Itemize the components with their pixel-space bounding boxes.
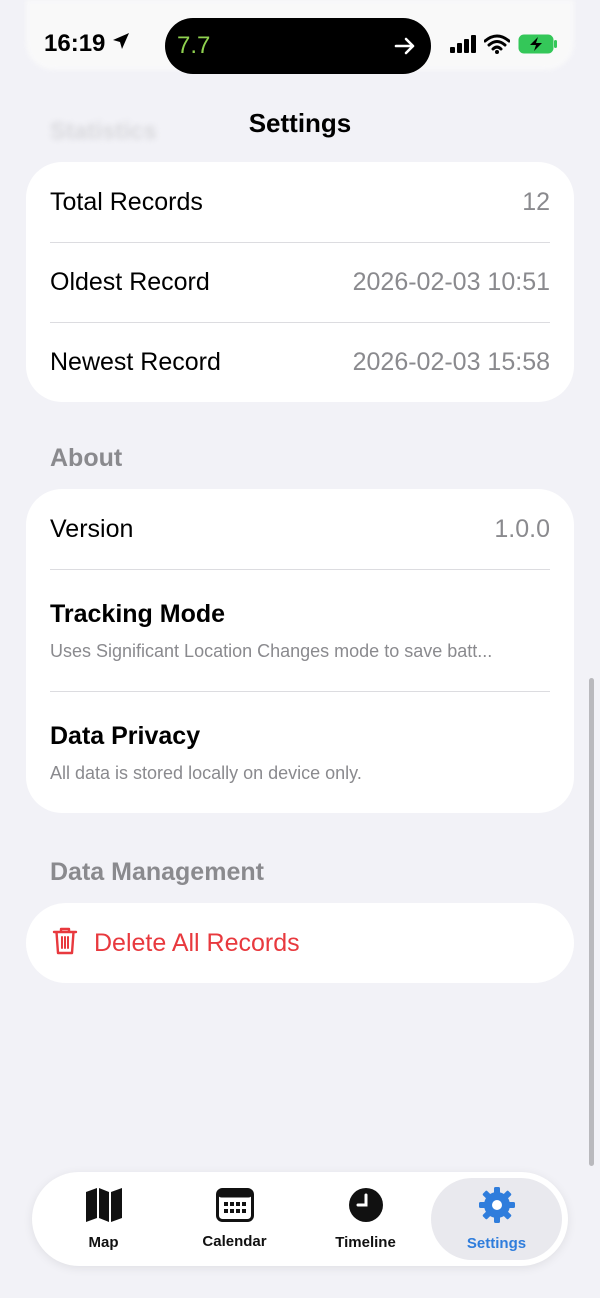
clock-icon xyxy=(348,1187,384,1228)
status-time-text: 16:19 xyxy=(44,30,106,57)
tab-timeline[interactable]: Timeline xyxy=(300,1178,431,1260)
version-label: Version xyxy=(50,514,134,543)
tab-calendar[interactable]: Calendar xyxy=(169,1178,300,1260)
version-value: 1.0.0 xyxy=(494,514,550,543)
map-icon xyxy=(85,1187,123,1228)
tab-label: Calendar xyxy=(202,1233,267,1250)
stat-row-oldest: Oldest Record 2026-02-03 10:51 xyxy=(50,242,550,322)
cellular-signal-icon xyxy=(450,35,476,58)
tracking-mode-description: Uses Significant Location Changes mode t… xyxy=(50,640,493,661)
version-row: Version 1.0.0 xyxy=(50,489,550,569)
stat-row-newest: Newest Record 2026-02-03 15:58 xyxy=(50,322,550,402)
about-section-header: About xyxy=(50,444,123,472)
stat-value: 2026-02-03 15:58 xyxy=(352,348,550,376)
about-card: Version 1.0.0 Tracking Mode Uses Signifi… xyxy=(26,489,574,813)
data-privacy-row: Data Privacy All data is stored locally … xyxy=(50,691,550,813)
stat-label: Oldest Record xyxy=(50,268,210,296)
stat-row-total: Total Records 12 xyxy=(50,162,550,242)
delete-all-records-label: Delete All Records xyxy=(94,928,300,957)
arrow-right-icon xyxy=(393,34,417,63)
trash-icon xyxy=(52,926,78,961)
page-title: Settings xyxy=(248,108,352,138)
tracking-mode-title: Tracking Mode xyxy=(50,599,226,628)
status-bar: 16:19 7.7 xyxy=(0,0,600,92)
stat-label: Total Records xyxy=(50,187,203,216)
wifi-icon xyxy=(483,34,511,59)
battery-charging-icon xyxy=(518,34,558,59)
tab-label: Settings xyxy=(466,1235,527,1252)
system-icons xyxy=(450,34,558,59)
tab-label: Timeline xyxy=(335,1234,396,1251)
stat-value: 2026-02-03 10:51 xyxy=(352,268,550,296)
data-management-section-header: Data Management xyxy=(50,858,264,886)
data-privacy-description: All data is stored locally on device onl… xyxy=(50,762,362,783)
data-privacy-title: Data Privacy xyxy=(50,721,201,750)
dynamic-island[interactable]: 7.7 xyxy=(165,18,431,74)
calendar-icon xyxy=(215,1188,254,1227)
delete-all-records-button[interactable]: Delete All Records xyxy=(26,903,574,983)
tab-bar: Map Calendar Timeline Settings xyxy=(32,1172,568,1266)
tab-settings[interactable]: Settings xyxy=(431,1178,562,1260)
scroll-indicator[interactable] xyxy=(589,678,594,1166)
stat-value: 12 xyxy=(522,187,550,216)
stat-label: Newest Record xyxy=(50,348,221,376)
live-activity-value: 7.7 xyxy=(177,32,211,59)
tracking-mode-row: Tracking Mode Uses Significant Location … xyxy=(50,569,550,691)
tab-label: Map xyxy=(88,1234,119,1251)
statistics-card: Total Records 12 Oldest Record 2026-02-0… xyxy=(26,162,574,402)
status-time: 16:19 xyxy=(44,30,131,58)
tab-map[interactable]: Map xyxy=(38,1178,169,1260)
gear-icon xyxy=(478,1186,516,1229)
location-arrow-icon xyxy=(111,30,131,58)
